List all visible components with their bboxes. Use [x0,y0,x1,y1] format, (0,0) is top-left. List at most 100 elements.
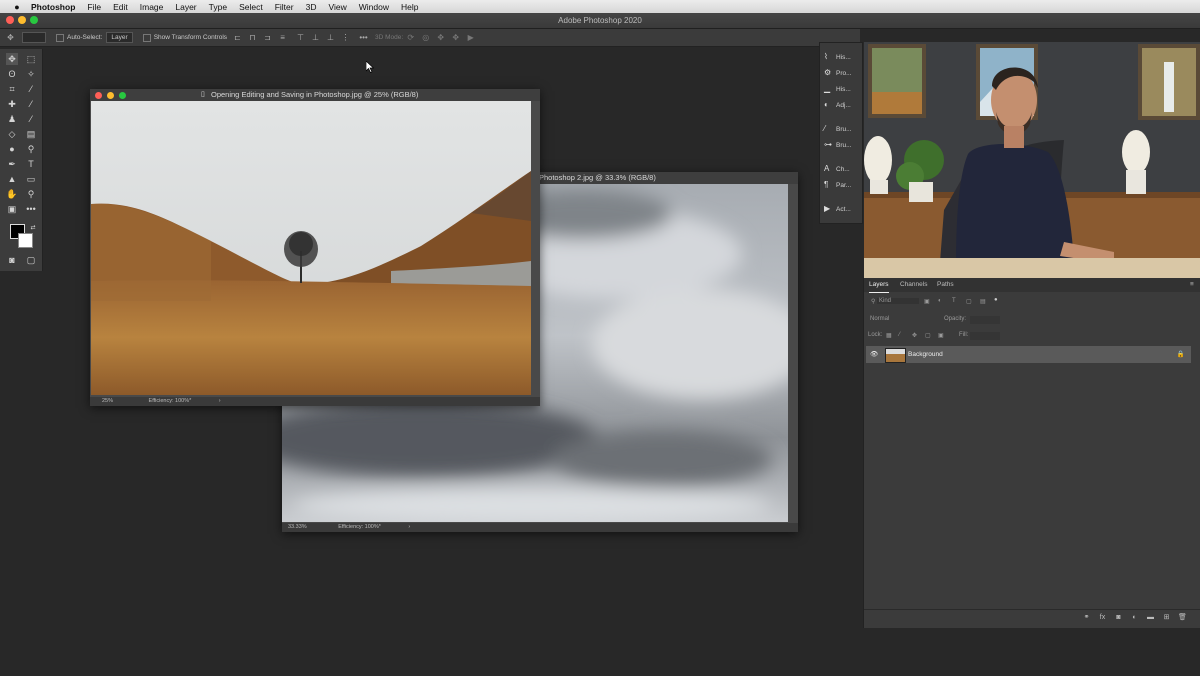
filter-smart-object-icon[interactable]: ▤ [980,298,986,305]
lock-artboard-icon[interactable]: ▢ [925,332,931,339]
minimize-document-button[interactable] [107,92,114,99]
filter-kind-dropdown[interactable]: Kind [877,298,919,304]
close-document-button[interactable] [95,92,102,99]
screen-mode-icon[interactable]: ▢ [25,254,37,266]
move-icon[interactable]: ✥ [6,53,18,65]
3d-slide-icon[interactable]: ✥ [451,33,460,42]
panel-histogram-button[interactable]: ▁ His... [824,83,860,95]
add-mask-icon[interactable]: ◙ [1114,613,1123,622]
move-tool-icon[interactable]: ✥ [6,33,15,42]
zoom-icon[interactable]: ⚲ [25,188,37,200]
landscape-photo-canvas[interactable] [91,101,531,395]
zoom-level[interactable]: 33.33% [288,524,307,530]
path-selection-icon[interactable]: ▲ [6,173,18,185]
visibility-eye-icon[interactable]: 👁 [870,346,878,363]
quick-mask-icon[interactable]: ◙ [6,254,18,266]
lasso-icon[interactable]: ʘ [6,68,18,80]
hand-icon[interactable]: ✋ [6,188,18,200]
history-brush-icon[interactable]: ⁄ [25,113,37,125]
status-chevron-icon[interactable]: › [408,524,410,530]
menu-window[interactable]: Window [359,2,389,12]
filter-pixel-icon[interactable]: ▣ [924,298,930,305]
tool-preset-dropdown[interactable] [22,32,46,43]
panel-adjustments-button[interactable]: ◐ Adj... [824,99,860,111]
more-tools-icon[interactable]: ••• [25,203,37,215]
menu-edit[interactable]: Edit [113,2,128,12]
align-middle-icon[interactable]: ⊥ [311,33,320,42]
background-color-swatch[interactable] [18,233,33,248]
menu-photoshop[interactable]: Photoshop [31,2,75,12]
adjustment-layer-icon[interactable]: ◐ [1130,613,1139,622]
minimize-window-button[interactable] [18,16,26,24]
eyedropper-icon[interactable]: ⁄ [25,83,37,95]
lock-image-icon[interactable]: ⁄ [899,332,900,338]
close-window-button[interactable] [6,16,14,24]
zoom-window-button[interactable] [30,16,38,24]
tab-channels[interactable]: Channels [900,278,927,292]
align-center-icon[interactable]: ⊓ [248,33,257,42]
3d-drag-icon[interactable]: ✥ [436,33,445,42]
filter-toggle-icon[interactable]: ● [994,297,998,303]
menu-file[interactable]: File [87,2,101,12]
pen-icon[interactable]: ✒ [6,158,18,170]
align-top-icon[interactable]: ⊤ [296,33,305,42]
opacity-input[interactable] [970,316,1000,324]
layer-row-background[interactable]: 👁 Background 🔒 [866,346,1191,363]
filter-shape-icon[interactable]: ▢ [966,298,972,305]
dodge-icon[interactable]: ⚲ [25,143,37,155]
tab-layers[interactable]: Layers [869,278,889,293]
document-title-bar[interactable]: ▯ Opening Editing and Saving in Photosho… [90,89,540,101]
panel-menu-icon[interactable]: ≡ [1190,278,1194,292]
panel-actions-button[interactable]: ▶ Act... [824,203,860,215]
marquee-icon[interactable]: ⬚ [25,53,37,65]
magic-wand-icon[interactable]: ✧ [25,68,37,80]
document-window-landscape[interactable]: ▯ Opening Editing and Saving in Photosho… [90,89,540,406]
edit-toolbar-icon[interactable]: ▣ [6,203,18,215]
distribute-vertical-icon[interactable]: ⋮ [341,33,350,42]
menu-help[interactable]: Help [401,2,418,12]
new-layer-icon[interactable]: ⊞ [1162,613,1171,622]
menu-3d[interactable]: 3D [306,2,317,12]
type-icon[interactable]: T [25,158,37,170]
rectangle-icon[interactable]: ▭ [25,173,37,185]
more-options-icon[interactable]: ••• [359,33,368,42]
distribute-icon[interactable]: ≡ [278,33,287,42]
align-left-icon[interactable]: ⊏ [233,33,242,42]
menu-filter[interactable]: Filter [275,2,294,12]
healing-brush-icon[interactable]: ✚ [6,98,18,110]
zoom-level[interactable]: 25% [102,398,113,404]
clone-stamp-icon[interactable]: ♟ [6,113,18,125]
panel-brushes-button[interactable]: ⁄ Bru... [824,123,860,135]
gradient-icon[interactable]: ▤ [25,128,37,140]
filter-type-icon[interactable]: T [952,298,956,304]
3d-roll-icon[interactable]: ◎ [421,33,430,42]
zoom-document-button[interactable] [119,92,126,99]
blur-icon[interactable]: ● [6,143,18,155]
menu-layer[interactable]: Layer [175,2,196,12]
panel-paragraph-button[interactable]: ¶ Par... [824,179,860,191]
brush-icon[interactable]: ⁄ [25,98,37,110]
3d-scale-icon[interactable]: ▶ [466,33,475,42]
delete-layer-icon[interactable]: 🗑 [1178,613,1187,622]
panel-brush-settings-button[interactable]: ⊶ Bru... [824,139,860,151]
blend-mode-dropdown[interactable]: Normal [870,316,930,322]
3d-rotate-icon[interactable]: ⟳ [406,33,415,42]
filter-adjustment-icon[interactable]: ◐ [938,298,942,304]
crop-icon[interactable]: ⌗ [6,83,18,95]
menu-select[interactable]: Select [239,2,263,12]
lock-transparent-icon[interactable]: ▦ [886,332,892,339]
panel-character-button[interactable]: A Ch... [824,163,860,175]
apple-menu-icon[interactable]: ● [10,2,24,12]
menu-type[interactable]: Type [209,2,227,12]
transform-controls-checkbox[interactable] [142,33,151,42]
link-layers-icon[interactable]: ⚭ [1082,613,1091,622]
tab-paths[interactable]: Paths [937,278,954,292]
new-group-icon[interactable]: ▬ [1146,613,1155,622]
swap-colors-icon[interactable]: ⇄ [27,222,39,234]
layer-name[interactable]: Background [908,346,943,363]
menu-image[interactable]: Image [140,2,164,12]
align-right-icon[interactable]: ⊐ [263,33,272,42]
layer-style-icon[interactable]: fx [1098,613,1107,622]
menu-view[interactable]: View [328,2,346,12]
auto-select-checkbox[interactable] [56,33,64,42]
